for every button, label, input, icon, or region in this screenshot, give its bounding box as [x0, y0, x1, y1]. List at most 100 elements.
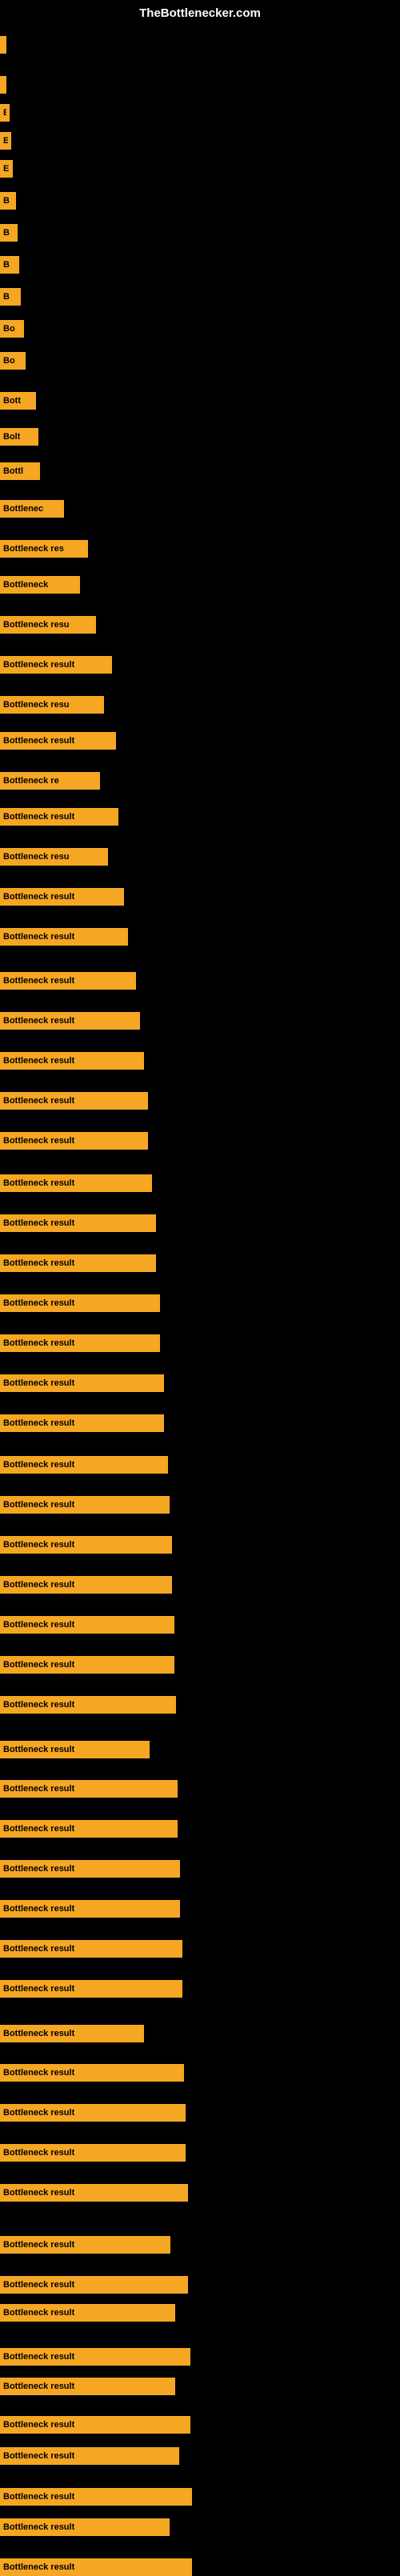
- bar-item: Bottleneck result: [0, 808, 118, 826]
- bar-item: Bottleneck result: [0, 1052, 144, 1070]
- bar-item: Bottleneck result: [0, 1696, 176, 1714]
- bar-item: Bo: [0, 352, 26, 370]
- bar-item: Bott: [0, 392, 36, 410]
- bar-item: Bottleneck result: [0, 2488, 192, 2506]
- bar-item: Bottleneck resu: [0, 848, 108, 866]
- bar-item: Bottleneck result: [0, 1294, 160, 1312]
- bar-item: Bottleneck result: [0, 1092, 148, 1110]
- bar-label: Bottleneck result: [3, 1700, 74, 1710]
- bar-label: Bottleneck result: [3, 1660, 74, 1670]
- bar-label: Bottleneck result: [3, 2280, 74, 2290]
- bar-label: Bo: [3, 324, 15, 334]
- bar-item: Bottleneck result: [0, 732, 116, 750]
- bar-item: Bottleneck res: [0, 540, 88, 558]
- bar-item: Bottleneck result: [0, 1741, 150, 1758]
- bar-label: Bottleneck result: [3, 1904, 74, 1914]
- bar-item: Bottl: [0, 462, 40, 480]
- bar-label: Bottleneck result: [3, 1460, 74, 1470]
- bar-label: Bottlenec: [3, 504, 43, 514]
- bar-item: Bottleneck result: [0, 1576, 172, 1594]
- bar-label: Bottleneck result: [3, 1418, 74, 1428]
- bar-label: Bottleneck result: [3, 2068, 74, 2078]
- bar-item: Bottleneck result: [0, 2276, 188, 2294]
- bar-label: Bottleneck result: [3, 1258, 74, 1268]
- bar-item: Bottleneck result: [0, 2236, 170, 2254]
- bar-item: Bottleneck result: [0, 1254, 156, 1272]
- bar-label: Bottleneck result: [3, 1298, 74, 1308]
- bar-item: Bottleneck result: [0, 1616, 174, 1634]
- bar-item: Bottleneck result: [0, 2025, 144, 2042]
- site-title: TheBottlenecker.com: [139, 6, 261, 20]
- bar-item: Bottleneck result: [0, 1456, 168, 1474]
- bar-label: Bottleneck result: [3, 2240, 74, 2250]
- bar-label: Bottleneck result: [3, 2522, 74, 2532]
- bar-item: Bottleneck result: [0, 1980, 182, 1998]
- bar-item: Bottleneck result: [0, 656, 112, 674]
- bar-label: Bottleneck result: [3, 1984, 74, 1994]
- bar-item: Bo: [0, 320, 24, 338]
- bar-item: Bottleneck result: [0, 1656, 174, 1674]
- bar-label: Bottleneck result: [3, 892, 74, 902]
- bar-label: Bottleneck result: [3, 1378, 74, 1388]
- bar-item: Bottleneck result: [0, 1900, 180, 1918]
- bar-item: [0, 76, 6, 94]
- bar-label: Bottleneck result: [3, 2562, 74, 2572]
- bar-item: [0, 36, 6, 54]
- bar-label: Bottleneck result: [3, 2420, 74, 2430]
- bar-item: Bottleneck result: [0, 2447, 179, 2465]
- bar-item: Bottleneck: [0, 576, 80, 594]
- bar-label: Bo: [3, 356, 15, 366]
- bar-label: Bottleneck result: [3, 976, 74, 986]
- bar-label: Bottleneck result: [3, 1096, 74, 1106]
- bar-item: B: [0, 288, 21, 306]
- bar-label: Bottleneck result: [3, 1056, 74, 1066]
- bar-label: Bottleneck result: [3, 1620, 74, 1630]
- bar-item: Bottleneck result: [0, 1174, 152, 1192]
- bar-label: B: [3, 260, 10, 270]
- bar-label: Bottleneck result: [3, 1136, 74, 1146]
- bar-label: Bottleneck result: [3, 1745, 74, 1754]
- bar-label: Bottleneck resu: [3, 852, 70, 862]
- bar-item: Bottleneck result: [0, 2416, 190, 2434]
- bar-item: Bottleneck result: [0, 2104, 186, 2122]
- bar-item: Bottleneck result: [0, 928, 128, 946]
- bar-label: Bottleneck resu: [3, 620, 70, 630]
- bar-item: Bottleneck result: [0, 2378, 175, 2395]
- bar-item: Bottleneck result: [0, 2304, 175, 2322]
- bar-item: Bottleneck result: [0, 972, 136, 990]
- bar-item: Bottleneck result: [0, 888, 124, 906]
- bar-item: Bottleneck result: [0, 2064, 184, 2082]
- bar-item: Bottleneck re: [0, 772, 100, 790]
- bar-label: Bottleneck result: [3, 932, 74, 942]
- bar-label: E: [3, 164, 9, 174]
- bar-item: Bottleneck result: [0, 1414, 164, 1432]
- bar-item: Bottleneck result: [0, 1334, 160, 1352]
- bar-label: Bottleneck result: [3, 1580, 74, 1590]
- bar-item: Bottleneck resu: [0, 616, 96, 634]
- bar-label: Bottleneck result: [3, 2308, 74, 2318]
- bar-label: Bott: [3, 396, 21, 406]
- bar-item: Bottleneck result: [0, 2558, 192, 2576]
- bar-item: Bottleneck result: [0, 1536, 172, 1554]
- bar-label: Bottleneck result: [3, 2352, 74, 2362]
- bar-label: Bottleneck result: [3, 736, 74, 746]
- bar-label: Bottl: [3, 466, 23, 476]
- bar-label: Bottleneck result: [3, 1944, 74, 1954]
- bar-label: Bottleneck res: [3, 544, 64, 554]
- bar-label: Bottleneck result: [3, 1338, 74, 1348]
- bar-label: Bottleneck result: [3, 2148, 74, 2158]
- bar-label: B: [3, 292, 10, 302]
- bar-item: B: [0, 224, 18, 242]
- bar-label: Bottleneck resu: [3, 700, 70, 710]
- bar-item: Bottleneck result: [0, 1940, 182, 1958]
- bar-label: Bottleneck result: [3, 1784, 74, 1794]
- bar-item: E: [0, 104, 10, 122]
- bar-item: B: [0, 192, 16, 210]
- bar-item: Bottleneck result: [0, 1012, 140, 1030]
- bar-label: E: [3, 136, 8, 146]
- bar-item: Bottleneck result: [0, 1780, 178, 1798]
- bar-label: Bottleneck result: [3, 2029, 74, 2038]
- bar-item: Bottleneck result: [0, 2184, 188, 2202]
- bar-item: Bolt: [0, 428, 38, 446]
- bar-item: Bottleneck result: [0, 1374, 164, 1392]
